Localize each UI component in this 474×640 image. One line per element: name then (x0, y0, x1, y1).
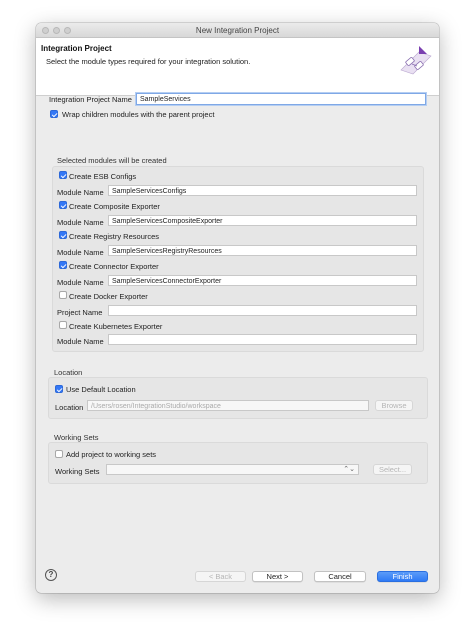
next-button[interactable]: Next > (252, 571, 303, 582)
create-esb-configs-label: Create ESB Configs (69, 172, 137, 181)
composite-exporter-module-name-input[interactable]: SampleServicesCompositeExporter (108, 215, 417, 226)
create-docker-exporter-label: Create Docker Exporter (69, 292, 148, 301)
add-to-working-sets-label: Add project to working sets (66, 450, 157, 459)
select-chevron-icon: ⌃⌄ (343, 466, 355, 473)
browse-button[interactable]: Browse (375, 400, 413, 411)
location-field-label: Location (55, 403, 84, 412)
connector-exporter-module-name-input[interactable]: SampleServicesConnectorExporter (108, 275, 417, 286)
cancel-button[interactable]: Cancel (314, 571, 366, 582)
add-to-working-sets-checkbox[interactable] (55, 450, 63, 458)
window-title: New Integration Project (195, 26, 280, 35)
working-sets-field-label: Working Sets (55, 467, 100, 476)
kubernetes-exporter-module-name-input[interactable] (108, 334, 417, 345)
project-name-label: Integration Project Name (49, 95, 132, 104)
create-composite-exporter-checkbox[interactable] (59, 201, 67, 209)
create-esb-configs-checkbox[interactable] (59, 171, 67, 179)
registry-resources-module-name-input[interactable]: SampleServicesRegistryResources (108, 245, 417, 256)
use-default-location-label: Use Default Location (66, 385, 136, 394)
create-registry-resources-checkbox[interactable] (59, 231, 67, 239)
composite-exporter-module-name-label: Module Name (57, 218, 104, 227)
esb-configs-module-name-input[interactable]: SampleServicesConfigs (108, 185, 417, 196)
kubernetes-exporter-module-name-label: Module Name (57, 337, 104, 346)
create-composite-exporter-label: Create Composite Exporter (69, 202, 160, 211)
finish-button[interactable]: Finish (377, 571, 428, 582)
page-title: Integration Project (41, 44, 112, 53)
wizard-header: Integration Project Select the module ty… (36, 38, 439, 96)
create-connector-exporter-checkbox[interactable] (59, 261, 67, 269)
help-icon[interactable]: ? (45, 569, 57, 581)
registry-resources-module-name-label: Module Name (57, 248, 104, 257)
page-description: Select the module types required for you… (46, 57, 251, 66)
back-button[interactable]: < Back (195, 571, 246, 582)
docker-exporter-project-name-input[interactable] (108, 305, 417, 316)
location-input[interactable]: /Users/rosen/IntegrationStudio/workspace (87, 400, 369, 411)
working-sets-group-label: Working Sets (54, 433, 99, 442)
create-connector-exporter-label: Create Connector Exporter (69, 262, 159, 271)
create-registry-resources-label: Create Registry Resources (69, 232, 160, 241)
create-kubernetes-exporter-label: Create Kubernetes Exporter (69, 322, 163, 331)
wrap-children-label: Wrap children modules with the parent pr… (62, 110, 215, 119)
create-kubernetes-exporter-checkbox[interactable] (59, 321, 67, 329)
use-default-location-checkbox[interactable] (55, 385, 63, 393)
create-docker-exporter-checkbox[interactable] (59, 291, 67, 299)
title-bar: New Integration Project (36, 23, 439, 38)
location-group (48, 377, 428, 419)
working-sets-select[interactable]: ⌃⌄ (106, 464, 359, 475)
docker-exporter-project-name-label: Project Name (57, 308, 103, 317)
new-integration-project-dialog: New Integration Project Integration Proj… (36, 23, 439, 593)
modules-group-label: Selected modules will be created (57, 156, 167, 165)
connector-exporter-module-name-label: Module Name (57, 278, 104, 287)
working-sets-group (48, 442, 428, 484)
integration-project-wizard-icon (400, 46, 432, 75)
select-working-sets-button[interactable]: Select... (373, 464, 412, 475)
esb-configs-module-name-label: Module Name (57, 188, 104, 197)
wrap-children-checkbox[interactable] (50, 110, 58, 118)
location-group-label: Location (54, 368, 83, 377)
project-name-input[interactable]: SampleServices (136, 93, 426, 105)
